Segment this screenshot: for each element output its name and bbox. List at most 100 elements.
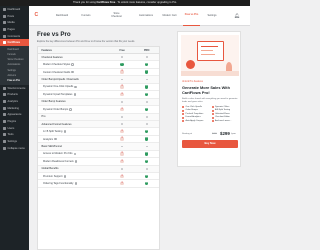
table-row: Analytics? ✕ ✓ (38, 136, 159, 144)
help-tooltip-icon[interactable]: ? (71, 70, 75, 74)
sidebar-item-dashboard[interactable]: Dashboard (0, 6, 29, 13)
help-tooltip-icon[interactable]: ? (71, 63, 75, 66)
help-tooltip-icon[interactable]: ? (73, 93, 77, 96)
sidebar-item-pages[interactable]: Pages (0, 26, 29, 33)
tab-settings[interactable]: Settings (203, 6, 221, 26)
dot-icon (121, 115, 124, 118)
sidebar-item-comments[interactable]: Comments (0, 33, 29, 40)
sidebar-item-woocommerce[interactable]: WooCommerce (0, 85, 29, 92)
sidebar-item-media[interactable]: Media (0, 19, 29, 26)
tab-free-vs-pro[interactable]: Free vs Pro (183, 6, 200, 26)
sidebar-item-label: Marketing (7, 106, 19, 110)
free-cell: ✓ (110, 63, 135, 67)
help-tooltip-icon[interactable]: ? (54, 137, 57, 141)
page-title: Free vs Pro (37, 31, 71, 38)
cross-icon: ✕ (120, 70, 124, 74)
tab-store-checkout[interactable]: Store Checkout (108, 6, 125, 26)
buy-now-button[interactable]: Buy Now (182, 140, 238, 148)
users-icon (2, 126, 6, 130)
sidebar-item-products[interactable]: Products (0, 91, 29, 98)
pro-cell (134, 115, 159, 118)
sidebar-item-settings[interactable]: Settings (0, 138, 29, 145)
cross-icon: ✕ (120, 174, 124, 178)
pro-cell: ✓ (134, 137, 159, 141)
promo-feature-item: ✓ Checkout Editor (211, 116, 240, 119)
tab-automations[interactable]: Automations (134, 6, 158, 26)
feature-label: Custom Checkout Fields (43, 70, 71, 74)
tab-funnels[interactable]: Funnels (77, 6, 95, 26)
feature-label: A / B Split Testing (43, 130, 63, 134)
sidebar-item-marketing[interactable]: Marketing (0, 105, 29, 112)
dot-icon (121, 145, 124, 148)
table-row: Custom Checkout Fields? ✕ ✓ (38, 69, 159, 77)
help-tooltip-icon[interactable]: ? (74, 85, 78, 88)
help-tooltip-icon[interactable]: ? (74, 160, 78, 163)
sidebar-item-posts[interactable]: Posts (0, 13, 29, 20)
illustration-ball (186, 60, 195, 69)
section-label: Global Benefits (41, 167, 59, 171)
tab-modern-cart[interactable]: Modern Cart (162, 6, 177, 26)
free-cell (110, 56, 135, 59)
promo-illustration (181, 35, 239, 76)
dashboard-icon (2, 7, 6, 11)
table-row: Dynamic Order Bumps? ✕ ✓ (38, 106, 159, 114)
feature-label: Access to Modern Pro Kits (43, 152, 73, 156)
sidebar-item-label: Plugins (7, 120, 17, 124)
price: $299 (220, 131, 230, 136)
help-tooltip-icon[interactable]: ? (63, 174, 67, 178)
table-section-row: Global Benefits (38, 165, 159, 173)
notice-prefix: Thank you for using (73, 1, 96, 4)
sidebar-item-collapse[interactable]: Collapse menu (0, 145, 29, 152)
pro-cell (134, 123, 159, 126)
sidebar-item-label: Collapse menu (7, 146, 25, 150)
help-tooltip-icon[interactable]: ? (69, 107, 73, 111)
collapse-icon (2, 146, 6, 150)
check-icon: ✓ (211, 106, 214, 109)
check-icon: ✓ (145, 107, 149, 111)
feature-name-cell: Modern Checkout Styles? (38, 63, 110, 66)
feature-label: Premium Support (43, 174, 63, 178)
check-icon: ✓ (145, 174, 149, 178)
dot-icon (121, 56, 124, 59)
help-tooltip-icon[interactable]: ? (74, 182, 78, 185)
check-icon: ✓ (182, 116, 185, 119)
cartflows-logo-icon[interactable]: C (35, 12, 41, 19)
table-row: Premium Support? ✕ ✓ (38, 173, 159, 181)
free-cell (110, 145, 135, 148)
promo-title: Generate More Sales With CartFlows Pro! (182, 85, 230, 95)
table-row: Ordering Tags Functionality? ✕ ✓ (38, 180, 159, 188)
sidebar-item-plugins[interactable]: Plugins (0, 118, 29, 125)
promo-description: Build a sales funnel with everything you… (182, 98, 238, 103)
appearance-icon (2, 113, 6, 117)
media-icon (2, 21, 6, 25)
sidebar-item-tools[interactable]: Tools (0, 132, 29, 139)
table-section-row: Pro (38, 113, 159, 121)
check-icon: ✓ (145, 129, 149, 134)
help-tooltip-icon[interactable]: ? (63, 130, 67, 133)
section-label: Pro (41, 115, 46, 119)
notice-brand: CartFlows Free (96, 1, 116, 4)
check-icon: ✓ (145, 63, 149, 67)
sidebar-item-label: Tools (7, 133, 14, 137)
promo-feature-item: ✓ And much more... (211, 120, 240, 123)
sidebar-item-users[interactable]: Users (0, 125, 29, 132)
section-label: Order Bumps/Upsells / Downsells (41, 78, 79, 82)
promo-feature-label: Order Bumps (185, 109, 198, 112)
sidebar-item-appearance[interactable]: Appearance (0, 112, 29, 119)
posts-icon (2, 14, 6, 18)
free-cell: ✕ (110, 107, 135, 111)
sidebar-item-cartflows[interactable]: CartFlows (0, 39, 29, 47)
pro-cell: ✓ (134, 182, 159, 186)
pro-cell (134, 78, 159, 81)
tab-dashboard[interactable]: Dashboard (51, 6, 73, 26)
bell-icon[interactable]: 🔔︎ (234, 13, 240, 18)
cross-icon: ✕ (120, 85, 124, 89)
help-tooltip-icon[interactable]: ? (73, 152, 77, 155)
sidebar-item-label: Media (7, 21, 15, 25)
sidebar-item-analytics[interactable]: Analytics (0, 98, 29, 105)
dot-icon (121, 123, 124, 126)
promo-feature-label: A/B Split Testing (214, 109, 231, 112)
tools-icon (2, 133, 6, 137)
section-label: Order Bump Features (41, 100, 66, 104)
dot-icon (145, 115, 148, 118)
